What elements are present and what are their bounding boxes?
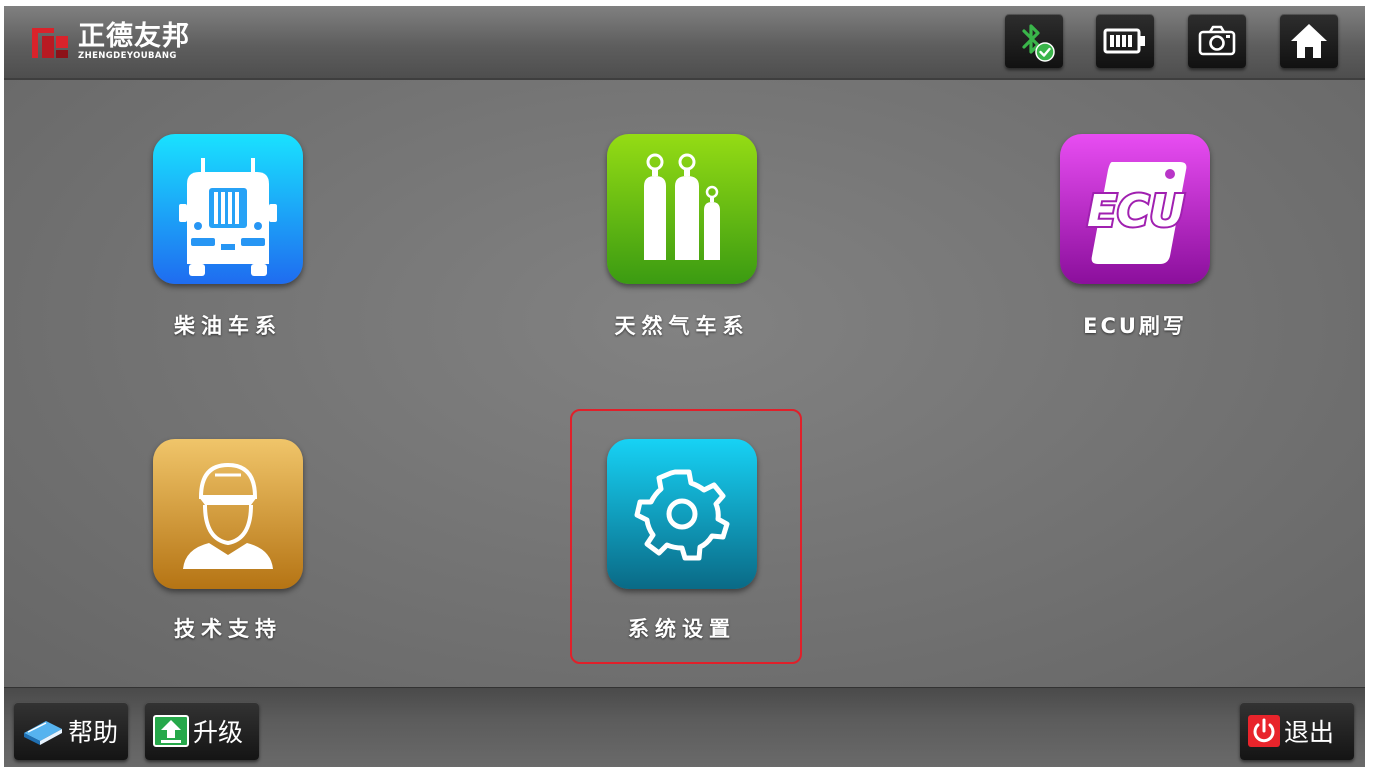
bottom-bar: 帮助 升级 退出 <box>4 687 1365 767</box>
upgrade-button[interactable]: 升级 <box>145 702 259 760</box>
battery-button[interactable] <box>1096 14 1154 68</box>
svg-text:ECU: ECU <box>1087 186 1185 237</box>
help-label: 帮助 <box>68 718 119 747</box>
truck-app-tile[interactable] <box>153 134 303 284</box>
brand-name: 正德友邦 <box>78 21 190 52</box>
app-label: 柴油车系 <box>174 314 282 338</box>
brand-logo: 正德友邦 ZHENGDEYOUBANG <box>30 22 190 62</box>
technician-icon <box>183 462 273 569</box>
support-app-tile[interactable] <box>153 439 303 589</box>
help-button[interactable]: 帮助 <box>14 702 128 760</box>
app-grid: 柴油车系 天然气车系 ECU ECU刷写 技术支持 系统设置 <box>4 80 1365 687</box>
home-icon <box>1291 24 1327 58</box>
exit-label: 退出 <box>1284 718 1335 747</box>
brand-logo-mark-icon <box>30 24 70 60</box>
power-icon <box>1248 715 1280 747</box>
truck-icon <box>179 158 277 276</box>
camera-icon <box>1198 25 1236 56</box>
battery-icon <box>1103 28 1145 54</box>
ecu-app-tile[interactable]: ECU <box>1060 134 1210 284</box>
gas-app-tile[interactable] <box>607 134 757 284</box>
bluetooth-button[interactable] <box>1005 14 1063 68</box>
home-button[interactable] <box>1280 14 1338 68</box>
upload-icon <box>153 715 189 747</box>
app-window: 正德友邦 ZHENGDEYOUBANG 柴油车系 天然气车系 ECU ECU刷写… <box>4 6 1365 767</box>
app-label: 技术支持 <box>174 617 282 641</box>
ecu-icon: ECU <box>1085 162 1187 264</box>
screenshot-button[interactable] <box>1188 14 1246 68</box>
app-label: ECU刷写 <box>1083 314 1187 338</box>
top-bar: 正德友邦 ZHENGDEYOUBANG <box>4 6 1365 80</box>
app-label: 天然气车系 <box>614 314 750 338</box>
upgrade-label: 升级 <box>193 718 244 747</box>
brand-name-en: ZHENGDEYOUBANG <box>78 51 177 61</box>
exit-button[interactable]: 退出 <box>1240 702 1354 760</box>
book-icon <box>22 715 64 747</box>
selection-highlight <box>570 409 802 664</box>
bluetooth-connected-icon <box>1022 24 1055 62</box>
gas-cylinders-icon <box>644 153 720 260</box>
